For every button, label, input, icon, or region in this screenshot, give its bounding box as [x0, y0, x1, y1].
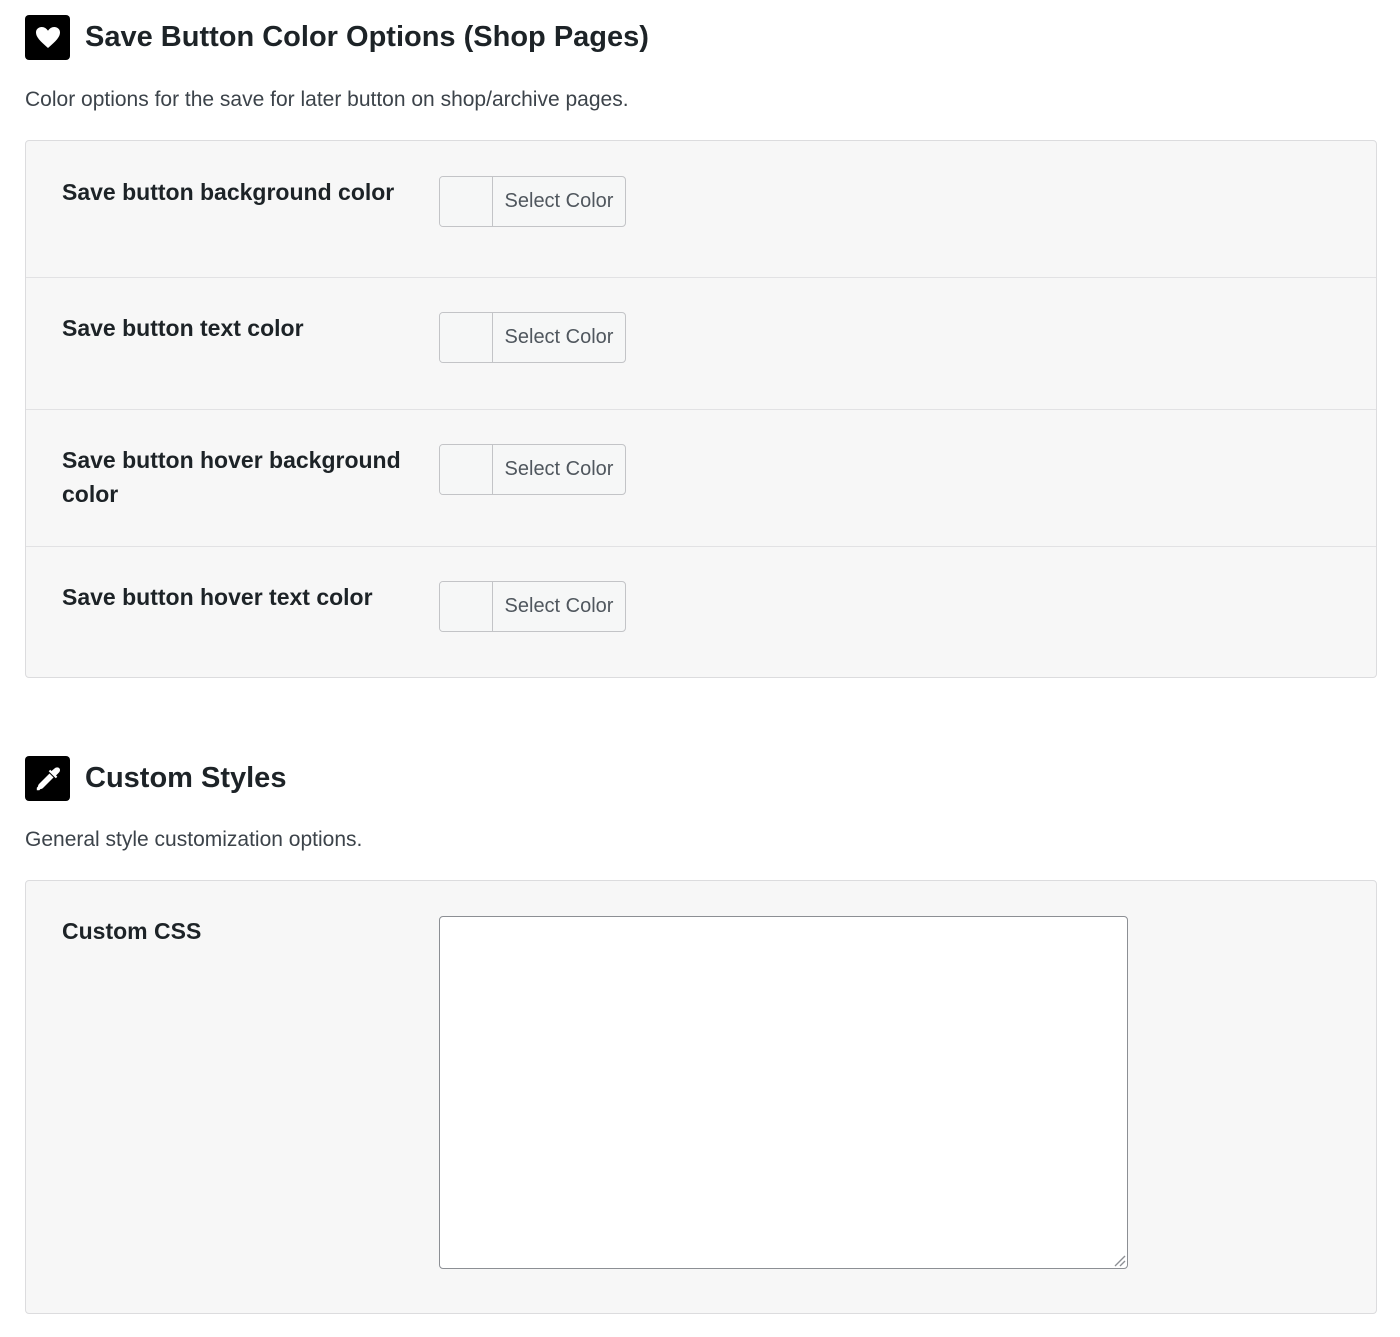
color-swatch[interactable] [440, 177, 493, 226]
field-label: Save button hover text color [62, 584, 373, 610]
section-description: General style customization options. [25, 828, 363, 851]
section-title: Custom Styles [85, 762, 287, 794]
heart-icon [25, 15, 70, 60]
color-swatch[interactable] [440, 582, 493, 631]
eyedropper-icon [25, 756, 70, 801]
color-swatch[interactable] [440, 445, 493, 494]
section-title: Save Button Color Options (Shop Pages) [85, 21, 649, 53]
field-row-text-color: Save button text color Select Color [26, 278, 1376, 409]
select-color-button-hover-text[interactable]: Select Color [439, 581, 626, 632]
section-description: Color options for the save for later but… [25, 88, 629, 111]
select-color-button-hover-background[interactable]: Select Color [439, 444, 626, 495]
select-color-label[interactable]: Select Color [493, 445, 625, 494]
field-label: Save button background color [62, 179, 395, 205]
field-row-hover-text-color: Save button hover text color Select Colo… [26, 547, 1376, 677]
color-options-panel: Save button background color Select Colo… [25, 140, 1377, 678]
field-label: Custom CSS [62, 918, 202, 944]
section-header-save-button-colors: Save Button Color Options (Shop Pages) [25, 15, 649, 60]
settings-page: Save Button Color Options (Shop Pages) C… [0, 0, 1400, 1337]
select-color-button-background[interactable]: Select Color [439, 176, 626, 227]
resize-handle-icon[interactable] [1112, 1253, 1126, 1267]
select-color-label[interactable]: Select Color [493, 582, 625, 631]
select-color-button-text[interactable]: Select Color [439, 312, 626, 363]
field-label: Save button text color [62, 315, 304, 341]
color-swatch[interactable] [440, 313, 493, 362]
field-row-background-color: Save button background color Select Colo… [26, 141, 1376, 277]
select-color-label[interactable]: Select Color [493, 313, 625, 362]
field-label: Save button hover background color [62, 447, 401, 507]
section-header-custom-styles: Custom Styles [25, 756, 286, 801]
custom-css-textarea[interactable] [439, 916, 1128, 1269]
field-row-hover-background-color: Save button hover background color Selec… [26, 410, 1376, 546]
custom-styles-panel: Custom CSS [25, 880, 1377, 1314]
select-color-label[interactable]: Select Color [493, 177, 625, 226]
